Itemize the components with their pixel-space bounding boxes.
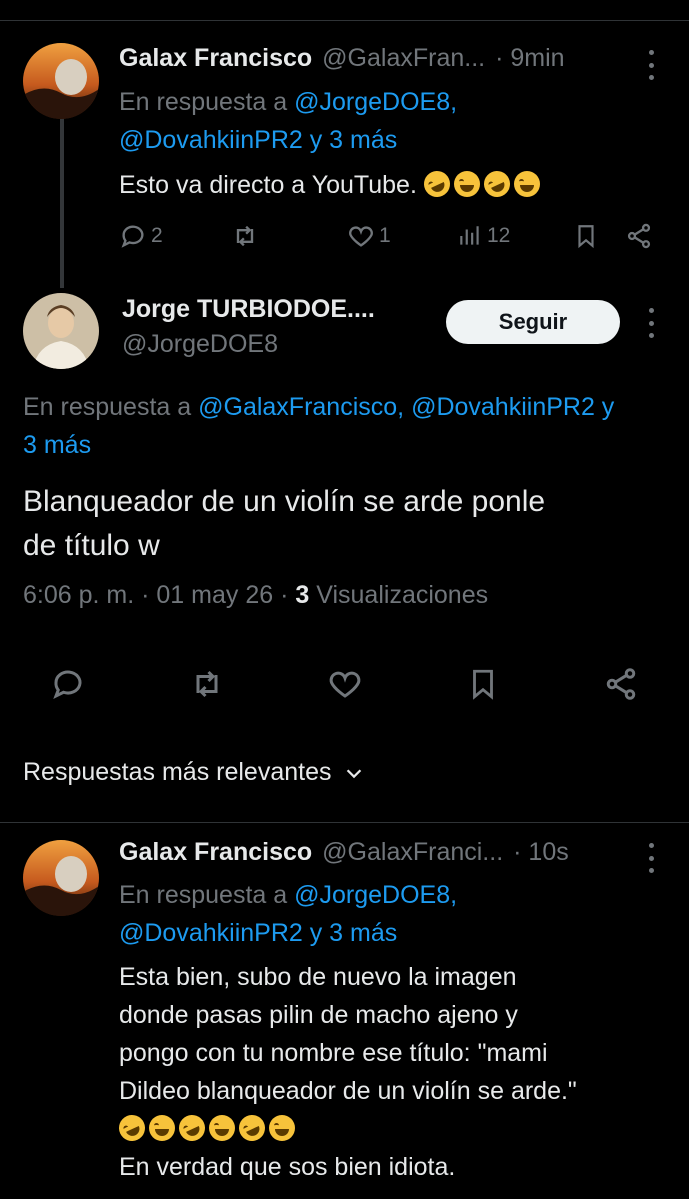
tweet-body: Esto va directo a YouTube. [119,171,417,199]
tweet-meta: 6:06 p. m. · 01 may 26 · 3 Visualizacion… [23,581,489,609]
heart-icon [349,226,373,247]
tweet-body-line: Esta bien, subo de nuevo la imagen [119,963,517,991]
chevron-down-icon [347,768,362,778]
rofl-emoji-icon [114,1110,150,1146]
bookmark-button[interactable] [573,222,599,250]
views-button[interactable]: 12 [457,222,510,250]
avatar-galax[interactable] [23,43,99,119]
author-handle[interactable]: @GalaxFran... [322,44,485,73]
section-divider [0,822,689,823]
post-date[interactable]: 01 may 26 [156,581,273,609]
tweet2-header: Galax Francisco @GalaxFranci... · 10s [119,838,569,867]
post-time[interactable]: 6:06 p. m. [23,581,134,609]
like-button[interactable] [327,666,363,702]
timestamp[interactable]: · 10s [513,838,569,867]
reply-mentions-link[interactable]: @DovahkiinPR2 y 3 más [119,919,397,947]
heart-icon [329,671,361,698]
share-button[interactable] [625,222,653,250]
tweet1-header: Galax Francisco @GalaxFran... · 9min [119,44,565,73]
bookmark-icon [473,669,493,700]
reply-mention-link[interactable]: @JorgeDOE8, [294,881,457,909]
reply-context: En respuesta a @GalaxFrancisco, @Dovahki… [23,388,614,464]
joy-emoji-icon [513,171,540,197]
author-name[interactable]: Jorge TURBIODOE.... [122,295,375,324]
share-button[interactable] [603,666,639,702]
repost-button[interactable] [188,666,226,702]
more-options-icon[interactable] [641,308,661,338]
bar-chart-icon [460,226,479,245]
like-count: 1 [379,224,391,247]
rofl-emoji-icon [234,1110,270,1146]
tweet-body-line: pongo con tu nombre ese título: "mami [119,1039,548,1067]
repost-button[interactable] [230,222,260,250]
reply-button[interactable]: 2 [119,222,163,250]
reply-more-link[interactable]: 3 más [23,431,91,459]
reply-context: En respuesta a @JorgeDOE8, @DovahkiinPR2… [119,876,457,952]
joy-emoji-icon [209,1115,235,1141]
main-tweet-text: Blanqueador de un violín se arde ponle d… [23,480,545,568]
joy-emoji-icon [149,1115,175,1141]
reply-context: En respuesta a @JorgeDOE8, @DovahkiinPR2… [119,83,457,159]
top-divider [0,20,689,21]
rofl-emoji-icon [479,166,515,202]
reply-prefix: En respuesta a [119,88,288,116]
emoji-row [114,1110,299,1146]
reply-button[interactable] [50,666,86,702]
joy-emoji-icon [269,1115,295,1141]
reply-mentions-link[interactable]: @DovahkiinPR2 y 3 más [119,126,397,154]
view-count: 12 [487,224,511,247]
timestamp[interactable]: · 9min [495,44,564,73]
tweet-body-line: Blanqueador de un violín se arde ponle [23,485,546,518]
reply-prefix: En respuesta a [119,881,288,909]
reply-count: 2 [151,224,163,247]
author-handle[interactable]: @GalaxFranci... [322,838,503,867]
joy-emoji-icon [453,171,480,197]
tweet2-text: Esta bien, subo de nuevo la imagen donde… [114,958,577,1186]
reply-mentions-link[interactable]: @GalaxFrancisco, @DovahkiinPR2 y [198,393,614,421]
share-icon [606,668,636,700]
tweet-body-line: donde pasas pilin de macho ajeno y [119,1001,518,1029]
repost-icon [196,670,218,698]
author-name[interactable]: Galax Francisco [119,838,312,867]
sort-label: Respuestas más relevantes [23,758,332,786]
tweet-body-line: de título w [23,529,160,562]
tweet-body-line: En verdad que sos bien idiota. [119,1153,456,1181]
reply-sort-dropdown[interactable]: Respuestas más relevantes [23,758,365,787]
views-label: Visualizaciones [316,581,489,609]
avatar-jorge[interactable] [23,293,99,369]
follow-button[interactable]: Seguir [446,300,620,344]
reply-prefix: En respuesta a [23,393,192,421]
share-icon [627,223,651,249]
repost-icon [236,225,254,247]
views-count: 3 [295,581,310,609]
like-button[interactable]: 1 [347,222,391,250]
bookmark-button[interactable] [466,666,500,702]
avatar-galax[interactable] [23,840,99,916]
author-handle[interactable]: @JorgeDOE8 [122,330,278,359]
rofl-emoji-icon [419,166,455,202]
reply-icon [121,225,144,248]
tweet1-text: Esto va directo a YouTube. [119,166,544,204]
reply-mention-link[interactable]: @JorgeDOE8, [294,88,457,116]
author-name[interactable]: Galax Francisco [119,44,312,73]
thread-connector-line [60,100,64,288]
bookmark-icon [578,225,594,249]
more-options-icon[interactable] [641,50,661,80]
tweet-body-line: Dildeo blanqueador de un violín se arde.… [119,1077,577,1105]
reply-icon [53,670,82,700]
more-options-icon[interactable] [641,843,661,873]
rofl-emoji-icon [174,1110,210,1146]
